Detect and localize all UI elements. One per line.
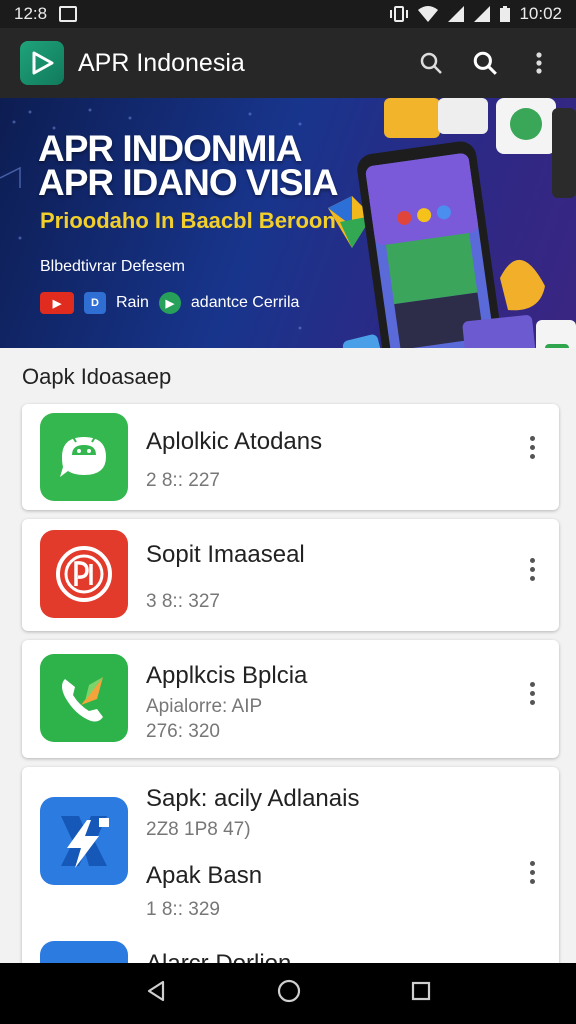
app-icon: [40, 413, 128, 501]
recents-button[interactable]: [410, 980, 432, 1007]
status-time-left: 12:8: [14, 4, 48, 23]
app-title: APR Indonesia: [78, 48, 245, 77]
app-meta-secondary: 276: 320: [146, 721, 220, 742]
app-meta: 2 8:: 227: [146, 470, 220, 491]
app-bar: APR Indonesia: [0, 28, 576, 98]
section-title: Oapk Idoasaep: [22, 364, 172, 389]
banner-subtitle: Prioodaho In Baacbl Beroon: [40, 208, 336, 233]
app-meta: Apialorre: AIP: [146, 696, 263, 717]
search-icon: [420, 52, 442, 74]
app-more-button[interactable]: [519, 855, 545, 889]
app-card[interactable]: Aplolkic Atodans 2 8:: 227: [22, 404, 559, 510]
app-meta: 3 8:: 327: [146, 591, 220, 612]
app-more-button[interactable]: [519, 552, 545, 586]
signal-icon: [448, 6, 465, 22]
search-button[interactable]: [414, 46, 448, 80]
more-vert-icon: [536, 52, 542, 74]
app-name: Sopit Imaaseal: [146, 541, 305, 568]
app-icon: [40, 654, 128, 742]
app-card[interactable]: Sapk: acily Adlanais 2Z8 1P8 47) Apak Ba…: [22, 767, 559, 977]
app-icon-partial: [40, 941, 128, 965]
play-logo-icon: [32, 51, 54, 75]
app-card[interactable]: Sopit Imaaseal 3 8:: 327: [22, 519, 559, 631]
home-button[interactable]: [276, 978, 302, 1009]
wifi-icon: [418, 6, 439, 22]
android-chat-icon: [60, 436, 106, 477]
app-meta-secondary: 1 8:: 329: [146, 899, 220, 920]
app-logo: [20, 41, 64, 85]
lightning-icon: [61, 816, 109, 868]
notification-icon: [59, 6, 78, 22]
back-icon: [147, 980, 165, 1002]
phone-call-icon: [62, 677, 103, 722]
youtube-icon: ▶: [40, 292, 74, 314]
search-button-2[interactable]: [468, 46, 502, 80]
app-more-button[interactable]: [519, 430, 545, 464]
app-icon: [40, 797, 128, 885]
banner-small-text: Blbedtivrar Defesem: [40, 258, 185, 275]
signal-icon-2: [474, 6, 491, 22]
banner-title-line1: APR INDONMIA: [38, 128, 302, 169]
app-card[interactable]: Applkcis Bplcia Apialorre: AIP 276: 320: [22, 640, 559, 758]
status-clock: 10:02: [519, 4, 562, 23]
banner-link-2[interactable]: adantce Cerrila: [191, 294, 300, 312]
banner-link-1[interactable]: Rain: [116, 294, 149, 312]
system-nav-bar: [0, 963, 576, 1024]
search-icon: [473, 51, 497, 75]
pdf-reader-icon: [56, 546, 112, 602]
overflow-menu-button[interactable]: [522, 46, 556, 80]
banner-links: ▶ D Rain ▶ adantce Cerrila: [40, 292, 299, 314]
app-name-secondary: Apak Basn: [146, 862, 263, 889]
battery-icon: [500, 6, 511, 22]
banner-title-line2: APR IDANO VISIA: [38, 162, 339, 203]
app-icon: [40, 530, 128, 618]
promo-banner[interactable]: APR INDONMIA APR IDANO VISIA Prioodaho I…: [0, 98, 576, 348]
home-icon: [277, 979, 301, 1003]
banner-title: APR INDONMIA APR IDANO VISIA: [38, 128, 339, 203]
back-button[interactable]: [144, 979, 168, 1008]
app-more-button[interactable]: [519, 676, 545, 710]
app-meta: 2Z8 1P8 47): [146, 819, 251, 840]
vibrate-icon: [390, 6, 409, 22]
app-badge-icon: D: [84, 292, 106, 314]
status-bar: 12:8 10:02: [0, 0, 576, 28]
app-name-partial: Alarcr Dorlion: [146, 950, 292, 964]
app-name: Aplolkic Atodans: [146, 428, 323, 455]
app-name: Sapk: acily Adlanais: [146, 785, 360, 812]
app-name: Applkcis Bplcia: [146, 662, 308, 689]
recents-icon: [411, 981, 431, 1001]
play-badge-icon: ▶: [158, 292, 181, 314]
